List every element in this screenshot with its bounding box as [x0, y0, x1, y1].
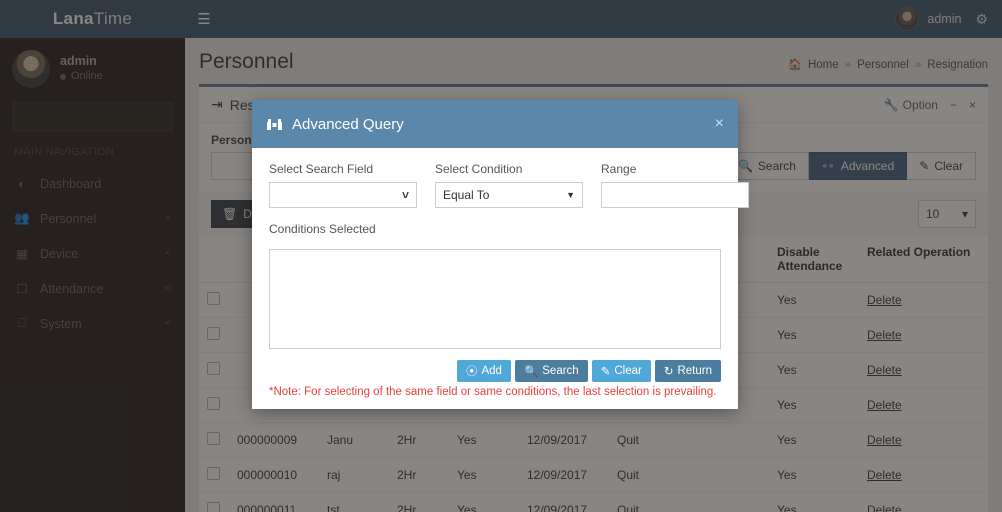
select-search-field[interactable]: ˅: [269, 182, 417, 208]
return-button-label: Return: [677, 365, 712, 377]
modal-note: *Note: For selecting of the same field o…: [269, 386, 717, 398]
advanced-query-modal: Advanced Query × Select Search Field ˅ S…: [252, 100, 749, 409]
undo-icon: ↻: [663, 366, 674, 378]
binoculars-icon: [267, 118, 282, 130]
query-fields-row: Select Search Field ˅ Select Condition E…: [269, 162, 749, 208]
eraser-icon: ✎: [600, 366, 611, 378]
modal-title-text: Advanced Query: [292, 115, 404, 133]
conditions-selected-group: Conditions Selected: [269, 221, 721, 349]
select-condition-group: Select Condition Equal To ▼: [435, 162, 583, 208]
range-input[interactable]: [601, 182, 749, 208]
modal-body: Select Search Field ˅ Select Condition E…: [252, 148, 749, 349]
modal-header: Advanced Query ×: [252, 100, 738, 148]
conditions-selected-textarea[interactable]: [269, 249, 721, 349]
chevron-down-icon: ▼: [566, 190, 575, 200]
modal-title: Advanced Query: [266, 116, 404, 133]
modal-search-button-label: Search: [542, 365, 579, 377]
modal-clear-button[interactable]: ✎ Clear: [591, 360, 651, 382]
modal-actions: ⦿ Add 🔍 Search ✎ Clear ↻ Return: [252, 349, 738, 382]
select-condition[interactable]: Equal To ▼: [435, 182, 583, 208]
range-field-group: Range: [601, 162, 749, 208]
add-button[interactable]: ⦿ Add: [456, 360, 511, 382]
select-search-field-label: Select Search Field: [269, 162, 374, 176]
close-icon[interactable]: ×: [715, 116, 724, 132]
modal-clear-button-label: Clear: [614, 365, 642, 377]
chevron-down-icon: ˅: [401, 188, 409, 202]
return-button[interactable]: ↻ Return: [654, 360, 721, 382]
conditions-selected-label: Conditions Selected: [269, 222, 376, 236]
range-label: Range: [601, 162, 637, 176]
search-icon: 🔍: [523, 366, 539, 378]
select-search-field-group: Select Search Field ˅: [269, 162, 417, 208]
select-condition-label: Select Condition: [435, 162, 523, 176]
select-condition-value: Equal To: [443, 188, 490, 202]
app-root: LanaTime ☰ admin ⚙ admin Online: [0, 0, 1002, 512]
plus-circle-icon: ⦿: [465, 366, 478, 378]
modal-search-button[interactable]: 🔍 Search: [514, 360, 588, 382]
add-button-label: Add: [481, 365, 502, 377]
